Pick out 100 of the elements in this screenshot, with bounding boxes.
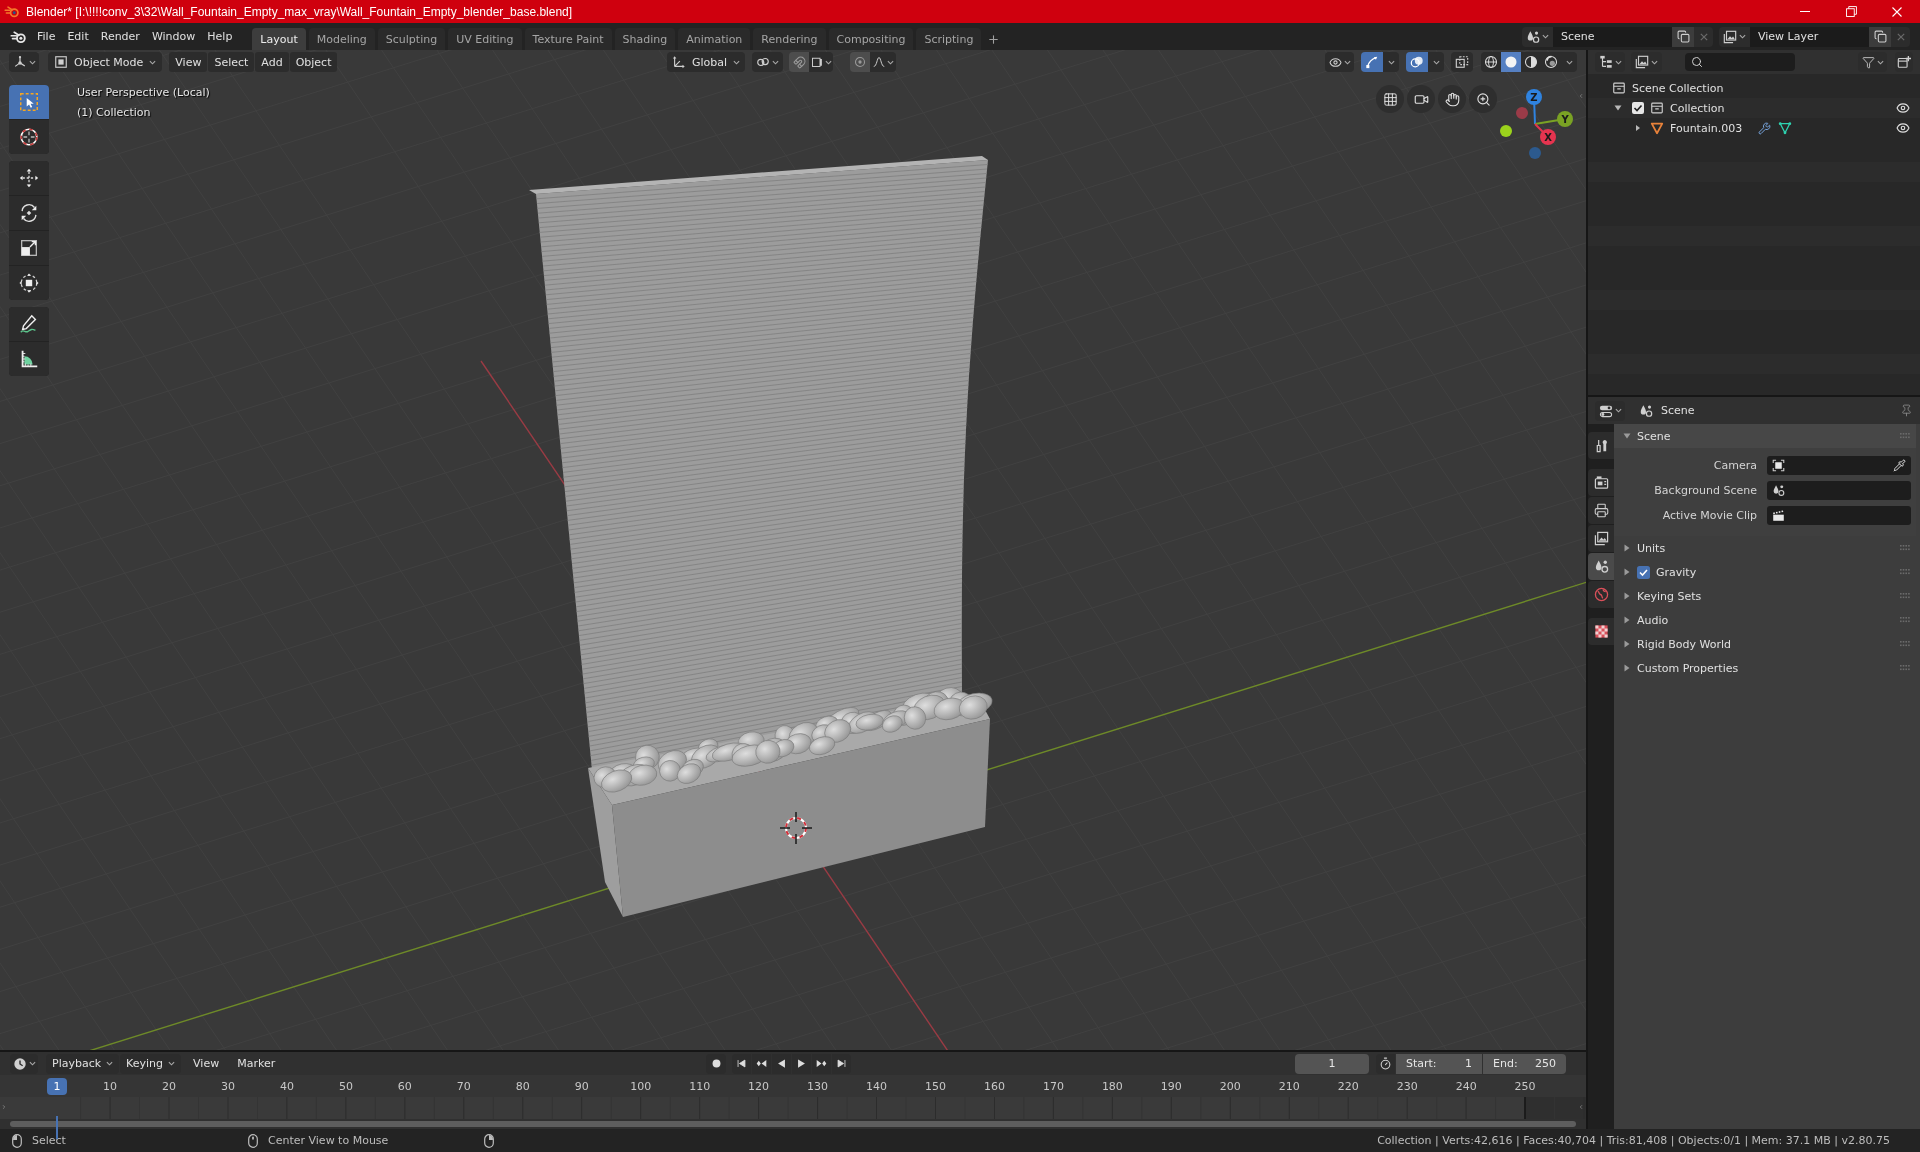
playback-control-button[interactable] [772,1053,791,1074]
workspace-tab[interactable]: Scripting [916,28,982,50]
axis-handle[interactable]: Y [1534,111,1573,127]
disclosure-triangle-icon[interactable] [1623,544,1631,552]
panel-header[interactable]: Scene [1614,424,1916,448]
object-picker-field[interactable] [1767,481,1911,500]
checkbox[interactable] [1637,565,1650,579]
view-layer-name-field[interactable]: View Layer [1750,26,1869,47]
scrollbar[interactable] [10,1121,1576,1127]
tool-button[interactable] [9,196,49,230]
menu-dropdown[interactable]: Playback [46,1053,120,1074]
proportional-edit-toggle[interactable] [850,52,871,72]
view-layer-browse-button[interactable] [1719,26,1750,47]
menu-item[interactable]: Add [255,52,289,72]
start-frame-field[interactable]: Start: 1 [1396,1053,1482,1074]
pivot-dropdown[interactable] [752,52,784,72]
eye-icon[interactable] [1896,121,1910,135]
axis-dot-icon[interactable] [1529,147,1541,159]
workspace-tab[interactable]: Rendering [753,28,826,50]
menu-item[interactable]: Render [94,26,146,47]
menu-item[interactable]: File [31,26,62,47]
properties-tab[interactable] [1588,469,1614,496]
object-picker-field[interactable] [1767,506,1911,525]
scene-browse-button[interactable] [1522,26,1553,47]
playback-control-button[interactable] [752,1053,771,1074]
tree-item[interactable]: Fountain.003 [1670,121,1743,135]
current-frame-field[interactable]: 1 [1295,1053,1369,1074]
zoom-view-button[interactable] [1469,85,1497,113]
shading-mode-button[interactable] [1481,52,1501,72]
snap-target-dropdown[interactable] [809,52,834,72]
disclosure-triangle-icon[interactable] [1623,616,1631,624]
tool-button[interactable] [9,231,49,265]
workspace-tab[interactable]: UV Editing [448,28,522,50]
menu-item[interactable]: Edit [61,26,95,47]
workspace-tab[interactable]: Compositing [828,28,914,50]
snap-toggle[interactable] [789,52,810,72]
current-frame-marker[interactable]: 1 [47,1078,67,1095]
pan-view-button[interactable] [1438,85,1466,113]
tree-item[interactable]: Collection [1670,101,1725,115]
viewport-3d[interactable]: Object Mode View Select Add Object Global User Perspective (Local) (1) Collection Z Y X [0,50,1586,1050]
menu-item[interactable]: Help [201,26,239,47]
tree-item[interactable]: Scene Collection [1632,81,1724,95]
editor-type-button[interactable] [10,1053,38,1074]
playback-control-button[interactable] [832,1053,851,1074]
disclosure-triangle-icon[interactable] [1623,640,1631,648]
shading-mode-button[interactable] [1521,52,1541,72]
eye-icon[interactable] [1896,101,1910,115]
expand-arrow-icon[interactable] [1634,124,1642,132]
preview-range-toggle[interactable] [1376,1053,1395,1074]
disclosure-triangle-icon[interactable] [1623,568,1631,576]
tool-button[interactable] [9,161,49,195]
playback-control-button[interactable] [732,1053,751,1074]
mode-dropdown[interactable]: Object Mode [48,52,163,72]
editor-type-button[interactable] [1595,400,1625,421]
tool-button[interactable] [9,307,49,341]
properties-tab[interactable] [1588,525,1614,552]
perspective-toggle-button[interactable] [1376,85,1404,113]
scene-name-field[interactable]: Scene [1553,26,1672,47]
display-mode-dropdown[interactable] [1631,52,1662,72]
tool-button[interactable] [9,342,49,376]
editor-type-button[interactable] [9,52,39,72]
options-dropdown[interactable] [1383,52,1399,72]
axis-dot-icon[interactable] [1516,107,1528,119]
disclosure-triangle-icon[interactable] [1623,664,1631,672]
disclosure-triangle-icon[interactable] [1623,432,1631,440]
properties-tab[interactable] [1588,618,1614,645]
camera-view-button[interactable] [1407,85,1435,113]
object-picker-field[interactable] [1767,456,1911,475]
duplicate-button[interactable] [1672,26,1694,47]
menu-item[interactable]: View [169,52,208,72]
falloff-dropdown[interactable] [870,52,897,72]
frame-ruler[interactable]: 1 10 20 30 40 50 60 70 80 90 100 110 120 130 140 150 160 170 180 190 200 210 220 230 240 250 [0,1075,1586,1097]
axis-dot-icon[interactable] [1500,125,1512,137]
disclosure-triangle-icon[interactable] [1623,592,1631,600]
tool-button[interactable] [9,120,49,154]
filter-dropdown[interactable] [1858,52,1887,72]
menu-item[interactable]: Marker [231,1053,282,1074]
workspace-tab[interactable]: Sculpting [377,28,446,50]
menu-item[interactable]: View [187,1053,226,1074]
overlay-toggle[interactable] [1406,52,1428,72]
menu-item[interactable]: Window [145,26,202,47]
orientation-dropdown[interactable]: Global [667,52,746,72]
search-field[interactable] [1685,53,1795,71]
workspace-tab[interactable]: Modeling [308,28,375,50]
menu-item[interactable]: Object [289,52,338,72]
record-button[interactable] [706,1053,726,1074]
duplicate-button[interactable] [1869,26,1891,47]
editor-type-button[interactable] [1595,52,1625,72]
timeline-track[interactable] [0,1097,1586,1119]
axis-handle[interactable]: Z [1526,89,1542,125]
options-dropdown[interactable] [1428,52,1444,72]
workspace-tab[interactable]: Animation [678,28,751,50]
checkbox[interactable] [1632,102,1644,114]
workspace-tab[interactable]: Layout [252,28,306,50]
gizmo-toggle[interactable] [1361,52,1383,72]
end-frame-field[interactable]: End: 250 [1483,1053,1566,1074]
playback-control-button[interactable] [812,1053,831,1074]
properties-tab[interactable] [1588,553,1614,580]
playback-control-button[interactable] [792,1053,811,1074]
xray-toggle[interactable] [1451,52,1473,72]
